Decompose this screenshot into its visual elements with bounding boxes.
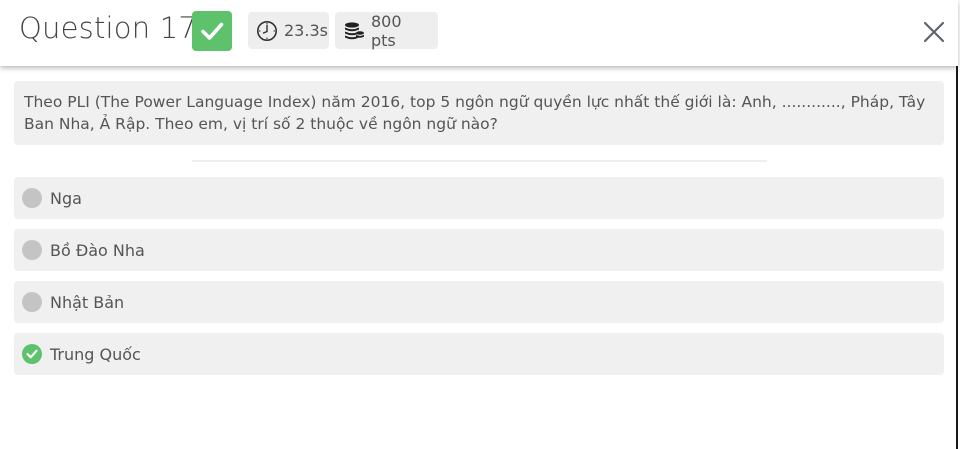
quiz-header: Question 17 23.3s 800 pts [0, 0, 958, 66]
question-text: Theo PLI (The Power Language Index) năm … [24, 93, 926, 133]
answer-option-correct[interactable]: Trung Quốc [14, 333, 944, 375]
coins-icon [343, 20, 365, 42]
radio-circle-icon [22, 188, 42, 208]
check-circle-icon [22, 344, 42, 364]
answer-option[interactable]: Nga [14, 177, 944, 219]
answer-option-label: Nhật Bản [50, 292, 125, 312]
divider [192, 160, 767, 162]
close-button[interactable] [920, 18, 948, 46]
answer-option[interactable]: Nhật Bản [14, 281, 944, 323]
points-value: 800 pts [371, 11, 402, 50]
time-value: 23.3s [284, 21, 328, 40]
answer-option-label: Bồ Đào Nha [50, 240, 145, 260]
points-pill: 800 pts [335, 11, 438, 50]
answer-option-label: Trung Quốc [50, 344, 141, 364]
check-icon [201, 22, 224, 40]
answer-option[interactable]: Bồ Đào Nha [14, 229, 944, 271]
correct-result-badge [192, 11, 232, 51]
question-text-box: Theo PLI (The Power Language Index) năm … [14, 81, 944, 145]
quiz-window: Question 17 23.3s 800 pts Theo PLI (The … [0, 0, 958, 449]
radio-circle-icon [22, 292, 42, 312]
question-title: Question 17 [19, 11, 198, 45]
clock-icon [256, 20, 278, 42]
radio-circle-icon [22, 240, 42, 260]
answer-option-label: Nga [50, 188, 82, 208]
close-icon [923, 21, 945, 43]
time-pill: 23.3s [248, 12, 329, 49]
